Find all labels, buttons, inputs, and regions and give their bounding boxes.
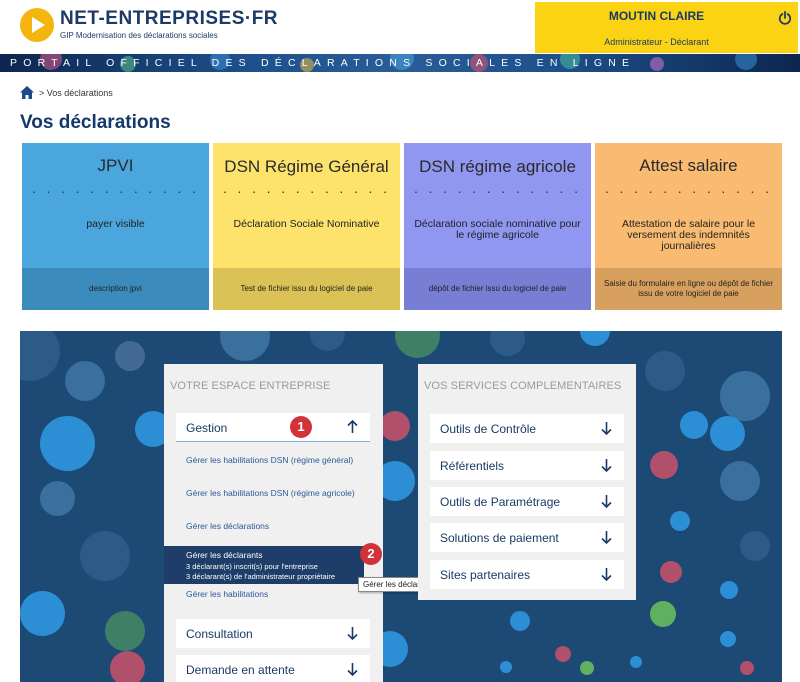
demande-attente-accordion[interactable]: Demande en attente: [176, 655, 370, 682]
step-badge-1: 1: [290, 416, 312, 438]
logo-name: NET-ENTREPRISES·FR: [60, 8, 279, 29]
card-title: DSN régime agricole: [419, 157, 576, 176]
card-footer[interactable]: dépôt de fichier issu du logiciel de pai…: [404, 268, 591, 310]
espace-title: VOTRE ESPACE ENTREPRISE: [170, 380, 331, 392]
link-habilitations-dsn-general[interactable]: Gérer les habilitations DSN (régime géné…: [186, 455, 356, 465]
card-divider: · · · · · · · · · · · ·: [222, 183, 391, 199]
top-header: NET-ENTREPRISES·FR GIP Modernisation des…: [0, 0, 800, 54]
card-title: DSN Régime Général: [224, 157, 389, 176]
service-label: Solutions de paiement: [440, 531, 559, 545]
home-icon[interactable]: [20, 86, 34, 99]
declarants-inscrits-count: 3 déclarant(s) inscrit(s) pour l'entrepr…: [186, 562, 318, 571]
declarants-admin-count: 3 déclarant(s) de l'administrateur propr…: [186, 572, 336, 581]
service-outils-parametrage[interactable]: Outils de Paramétrage: [430, 487, 624, 516]
service-label: Sites partenaires: [440, 568, 531, 582]
card-title: Attest salaire: [639, 156, 738, 175]
demande-attente-label: Demande en attente: [186, 663, 295, 677]
user-name[interactable]: MOUTIN CLAIRE: [535, 9, 778, 23]
service-label: Outils de Contrôle: [440, 422, 537, 436]
service-sites-partenaires[interactable]: Sites partenaires: [430, 560, 624, 589]
logo-subtitle: GIP Modernisation des déclarations socia…: [60, 31, 218, 40]
card-divider: · · · · · · · · · · · ·: [604, 183, 773, 199]
service-label: Référentiels: [440, 459, 505, 473]
arrow-up-icon: [347, 420, 358, 433]
card-footer[interactable]: description jpvi: [22, 268, 209, 310]
gerer-declarants-label: Gérer les déclarants: [186, 550, 263, 560]
card-dsn-agricole[interactable]: DSN régime agricole · · · · · · · · · · …: [404, 143, 591, 310]
link-gerer-declarations[interactable]: Gérer les déclarations: [186, 521, 356, 531]
arrow-down-icon: [601, 422, 612, 435]
card-footer[interactable]: Test de fichier issu du logiciel de paie: [213, 268, 400, 310]
card-attest-salaire[interactable]: Attest salaire · · · · · · · · · · · · A…: [595, 143, 782, 310]
arrow-down-icon: [347, 663, 358, 676]
services-complementaires-box: VOS SERVICES COMPLEMENTAIRES Outils de C…: [418, 364, 636, 600]
services-title: VOS SERVICES COMPLEMENTAIRES: [424, 380, 622, 392]
user-box: MOUTIN CLAIRE Administrateur - Déclarant: [535, 2, 798, 53]
arrow-down-icon: [347, 627, 358, 640]
services-panel: [20, 331, 782, 682]
arrow-down-icon: [601, 459, 612, 472]
power-icon[interactable]: [778, 11, 792, 25]
card-description: Déclaration Sociale Nominative: [233, 218, 380, 230]
arrow-down-icon: [601, 568, 612, 581]
link-gerer-habilitations[interactable]: Gérer les habilitations: [186, 589, 356, 599]
card-description: Déclaration sociale nominative pour le r…: [414, 218, 581, 241]
card-title: JPVI: [97, 156, 134, 175]
card-divider: · · · · · · · · · · · ·: [31, 183, 200, 199]
espace-entreprise-box: VOTRE ESPACE ENTREPRISE Gestion 1 Gérer …: [164, 364, 383, 682]
gestion-label: Gestion: [186, 421, 228, 435]
service-label: Outils de Paramétrage: [440, 495, 561, 509]
consultation-label: Consultation: [186, 627, 253, 641]
card-description: payer visible: [86, 218, 145, 230]
card-description: Attestation de salaire pour le versement…: [621, 218, 756, 252]
step-badge-2: 2: [360, 543, 382, 565]
consultation-accordion[interactable]: Consultation: [176, 619, 370, 648]
breadcrumb[interactable]: > Vos déclarations: [39, 88, 113, 98]
arrow-down-icon: [601, 531, 612, 544]
card-divider: · · · · · · · · · · · ·: [413, 183, 582, 199]
gestion-accordion[interactable]: Gestion: [176, 413, 370, 442]
logo-play-icon: [20, 8, 54, 42]
service-outils-controle[interactable]: Outils de Contrôle: [430, 414, 624, 443]
link-habilitations-dsn-agricole[interactable]: Gérer les habilitations DSN (régime agri…: [186, 488, 356, 498]
card-footer[interactable]: Saisie du formulaire en ligne ou dépôt d…: [595, 268, 782, 310]
service-referentiels[interactable]: Référentiels: [430, 451, 624, 480]
site-logo[interactable]: NET-ENTREPRISES·FR GIP Modernisation des…: [20, 6, 278, 46]
portal-banner: PORTAIL OFFICIEL DES DÉCLARATIONS SOCIAL…: [0, 54, 800, 72]
arrow-down-icon: [601, 495, 612, 508]
card-dsn-general[interactable]: DSN Régime Général · · · · · · · · · · ·…: [213, 143, 400, 310]
service-solutions-paiement[interactable]: Solutions de paiement: [430, 523, 624, 552]
card-jpvi[interactable]: JPVI · · · · · · · · · · · · payer visib…: [22, 143, 209, 310]
page-title: Vos déclarations: [20, 112, 171, 133]
user-role: Administrateur - Déclarant: [604, 37, 709, 47]
link-gerer-declarants[interactable]: Gérer les déclarants 3 déclarant(s) insc…: [164, 546, 364, 584]
banner-text: PORTAIL OFFICIEL DES DÉCLARATIONS SOCIAL…: [10, 57, 636, 69]
